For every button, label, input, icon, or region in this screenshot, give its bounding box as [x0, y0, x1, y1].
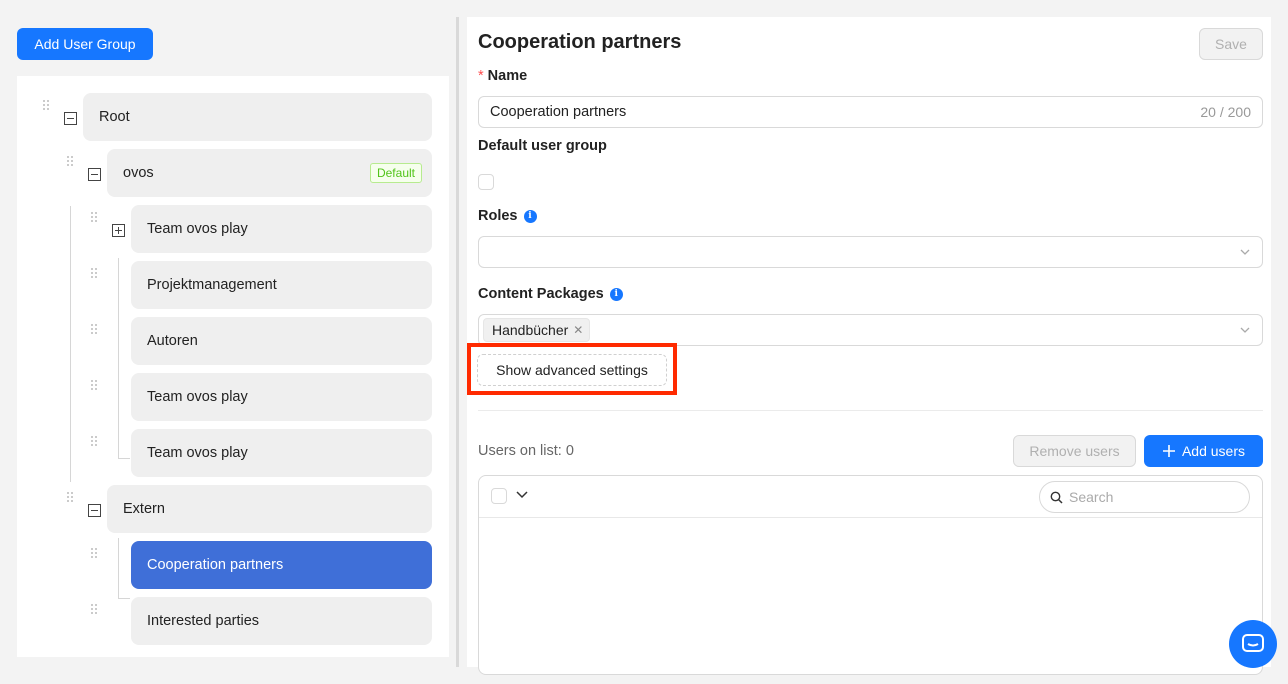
page-title: Cooperation partners — [478, 31, 682, 53]
drag-handle-icon[interactable] — [43, 100, 50, 111]
add-user-group-button[interactable]: Add User Group — [17, 28, 153, 60]
tree-node-label: Autoren — [147, 333, 198, 349]
tree-connector — [118, 538, 119, 598]
remove-users-button[interactable]: Remove users — [1013, 435, 1136, 467]
tree-node-label: Cooperation partners — [147, 557, 284, 573]
tag-label: Handbücher — [492, 322, 569, 338]
close-icon[interactable]: ✕ — [573, 323, 583, 337]
tree-connector — [118, 598, 130, 599]
required-mark: * — [478, 68, 484, 84]
tree-node-team-ovos-play[interactable]: Team ovos play — [131, 429, 432, 477]
info-icon[interactable]: i — [523, 209, 537, 223]
tree-node-projektmanagement[interactable]: Projektmanagement — [131, 261, 432, 309]
tree-node-interested-parties[interactable]: Interested parties — [131, 597, 432, 645]
drag-handle-icon[interactable] — [91, 548, 98, 559]
tree-node-team-ovos-play[interactable]: Team ovos play — [131, 373, 432, 421]
search-placeholder: Search — [1069, 489, 1114, 505]
character-count: 20 / 200 — [1200, 104, 1251, 120]
users-count-label: Users on list: 0 — [478, 443, 574, 459]
search-input[interactable]: Search — [1039, 481, 1250, 513]
show-advanced-settings-button[interactable]: Show advanced settings — [477, 354, 667, 386]
tree-node-label: Projektmanagement — [147, 277, 277, 293]
collapse-toggle-icon[interactable] — [64, 112, 77, 125]
tree-node-label: Team ovos play — [147, 221, 248, 237]
tree-node-label: Interested parties — [147, 613, 260, 629]
chat-icon — [1242, 634, 1264, 652]
tree-node-label: ovos — [123, 165, 154, 181]
tree-node-root[interactable]: Root — [83, 93, 432, 141]
name-label: * Name — [478, 68, 527, 84]
content-packages-select[interactable]: Handbücher ✕ — [478, 314, 1263, 346]
drag-handle-icon[interactable] — [91, 380, 98, 391]
select-all-checkbox[interactable] — [491, 488, 507, 504]
tree-node-cooperation-partners[interactable]: Cooperation partners — [131, 541, 432, 589]
name-input-value: Cooperation partners — [490, 104, 627, 120]
selected-tag: Handbücher ✕ — [483, 318, 591, 342]
chevron-down-icon — [1240, 327, 1250, 333]
default-badge: Default — [369, 163, 422, 183]
users-table-header: Search — [479, 476, 1262, 518]
roles-label: Roles i — [478, 208, 537, 224]
chevron-down-icon — [1240, 249, 1250, 255]
tree-connector — [118, 458, 130, 459]
add-users-button[interactable]: Add users — [1144, 435, 1263, 467]
info-icon[interactable]: i — [609, 287, 623, 301]
chat-launcher-button[interactable] — [1229, 620, 1277, 668]
default-group-label: Default user group — [478, 138, 607, 154]
drag-handle-icon[interactable] — [91, 212, 98, 223]
search-icon — [1050, 491, 1063, 504]
tree-node-label: Root — [99, 109, 130, 125]
section-divider — [478, 410, 1263, 411]
tree-node-autoren[interactable]: Autoren — [131, 317, 432, 365]
expand-toggle-icon[interactable] — [112, 224, 125, 237]
drag-handle-icon[interactable] — [91, 324, 98, 335]
name-input[interactable]: Cooperation partners 20 / 200 — [478, 96, 1263, 128]
tree-node-extern[interactable]: Extern — [107, 485, 432, 533]
tree-node-team-ovos-play[interactable]: Team ovos play — [131, 205, 432, 253]
tree-connector — [70, 206, 71, 482]
content-packages-label-text: Content Packages — [478, 286, 604, 302]
drag-handle-icon[interactable] — [91, 604, 98, 615]
add-users-label: Add users — [1181, 443, 1246, 459]
drag-handle-icon[interactable] — [67, 156, 74, 167]
tree-connector — [118, 258, 119, 458]
drag-handle-icon[interactable] — [67, 492, 74, 503]
content-packages-label: Content Packages i — [478, 286, 623, 302]
tree-node-ovos[interactable]: ovos Default — [107, 149, 432, 197]
panel-resize-divider[interactable] — [456, 17, 459, 667]
plus-icon — [1162, 445, 1175, 457]
tree-node-label: Team ovos play — [147, 389, 248, 405]
tree-node-label: Team ovos play — [147, 445, 248, 461]
roles-label-text: Roles — [478, 208, 518, 224]
default-group-checkbox[interactable] — [478, 174, 494, 190]
collapse-toggle-icon[interactable] — [88, 168, 101, 181]
collapse-toggle-icon[interactable] — [88, 504, 101, 517]
users-table: Search — [478, 475, 1263, 675]
name-label-text: Name — [487, 68, 528, 84]
chevron-down-icon[interactable] — [515, 488, 529, 502]
drag-handle-icon[interactable] — [91, 268, 98, 279]
save-button[interactable]: Save — [1199, 28, 1263, 60]
tree-node-label: Extern — [123, 501, 165, 517]
roles-select[interactable] — [478, 236, 1263, 268]
drag-handle-icon[interactable] — [91, 436, 98, 447]
